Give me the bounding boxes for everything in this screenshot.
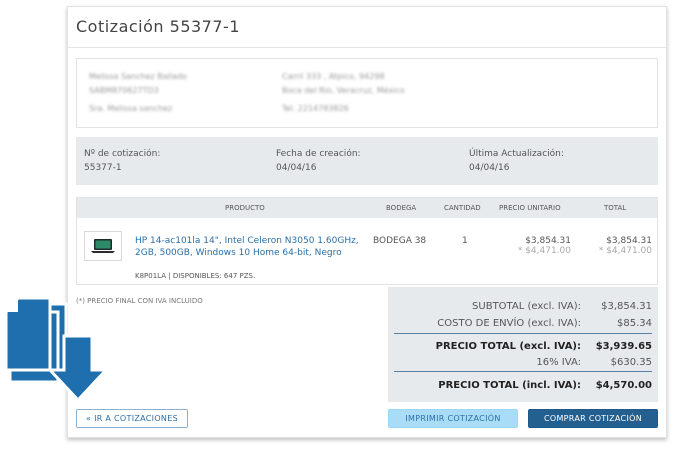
row-quantity: 1 [462, 236, 468, 246]
download-documents-icon [4, 296, 110, 403]
total-incl-label: PRECIO TOTAL (incl. IVA): [438, 380, 581, 391]
quote-number-label: Nº de cotización: [84, 149, 161, 159]
header-product: PRODUCTO [225, 204, 265, 212]
created-date-value: 04/04/16 [276, 163, 317, 173]
quote-meta: Nº de cotización: 55377-1 Fecha de creac… [76, 137, 658, 185]
total-incl-value: $4,570.00 [595, 380, 652, 391]
address-rfc: SABM870627TD3 [89, 86, 159, 95]
row-unit-price: $3,854.31 [525, 236, 571, 246]
header-warehouse: BODEGA [386, 204, 417, 212]
page-title: Cotización 55377-1 [76, 17, 240, 36]
totals-divider [394, 371, 652, 372]
buy-quote-button[interactable]: COMPRAR COTIZACIÓN [528, 409, 658, 428]
total-excl-value: $3,939.65 [595, 341, 652, 352]
quote-number-value: 55377-1 [84, 163, 122, 173]
product-sku-stock: K8P01LA | DISPONIBLES: 647 PZS. [135, 272, 256, 280]
address-city: Boca del Rio, Veracruz, México [282, 86, 405, 95]
row-total: $3,854.31 [606, 236, 652, 246]
laptop-icon [91, 239, 115, 253]
address-name: Melissa Sanchez Ballado [89, 72, 187, 81]
header-total: TOTAL [604, 204, 627, 212]
address-street: Carril 333 , Atpico, 94298 [282, 72, 385, 81]
table-header: PRODUCTO BODEGA CANTIDAD PRECIO UNITARIO… [77, 198, 657, 218]
product-link[interactable]: HP 14-ac101la 14", Intel Celeron N3050 1… [135, 235, 365, 259]
address-phone: Tel. 2214783826 [282, 104, 349, 113]
address-box: Melissa Sanchez Ballado SABM870627TD3 Sr… [76, 58, 658, 128]
back-to-quotes-button[interactable]: « IR A COTIZACIONES [76, 409, 188, 428]
product-image[interactable] [84, 231, 122, 261]
row-warehouse: BODEGA 38 [373, 236, 427, 246]
row-total-iva: * $4,471.00 [598, 246, 652, 256]
iva-value: $630.35 [610, 357, 652, 368]
header-unit-price: PRECIO UNITARIO [499, 204, 561, 212]
shipping-value: $85.34 [617, 318, 652, 329]
subtotal-value: $3,854.31 [601, 301, 652, 312]
header-quantity: CANTIDAD [444, 204, 481, 212]
subtotal-label: SUBTOTAL (excl. IVA): [472, 301, 581, 312]
print-quote-button[interactable]: IMPRIMIR COTIZACIÓN [388, 409, 518, 428]
updated-date-label: Última Actualización: [469, 149, 564, 159]
totals-panel: SUBTOTAL (excl. IVA): $3,854.31 COSTO DE… [388, 287, 658, 402]
iva-label: 16% IVA: [536, 357, 581, 368]
address-contact: Sra. Melissa sanchez [89, 104, 173, 113]
updated-date-value: 04/04/16 [469, 163, 510, 173]
row-unit-price-iva: * $4,471.00 [517, 246, 571, 256]
created-date-label: Fecha de creación: [276, 149, 361, 159]
total-excl-label: PRECIO TOTAL (excl. IVA): [435, 341, 581, 352]
title-divider [68, 47, 666, 48]
items-table: PRODUCTO BODEGA CANTIDAD PRECIO UNITARIO… [76, 197, 658, 285]
quote-card: Cotización 55377-1 Melissa Sanchez Balla… [67, 6, 667, 438]
totals-divider [394, 333, 652, 334]
shipping-label: COSTO DE ENVÍO (excl. IVA): [437, 318, 581, 329]
